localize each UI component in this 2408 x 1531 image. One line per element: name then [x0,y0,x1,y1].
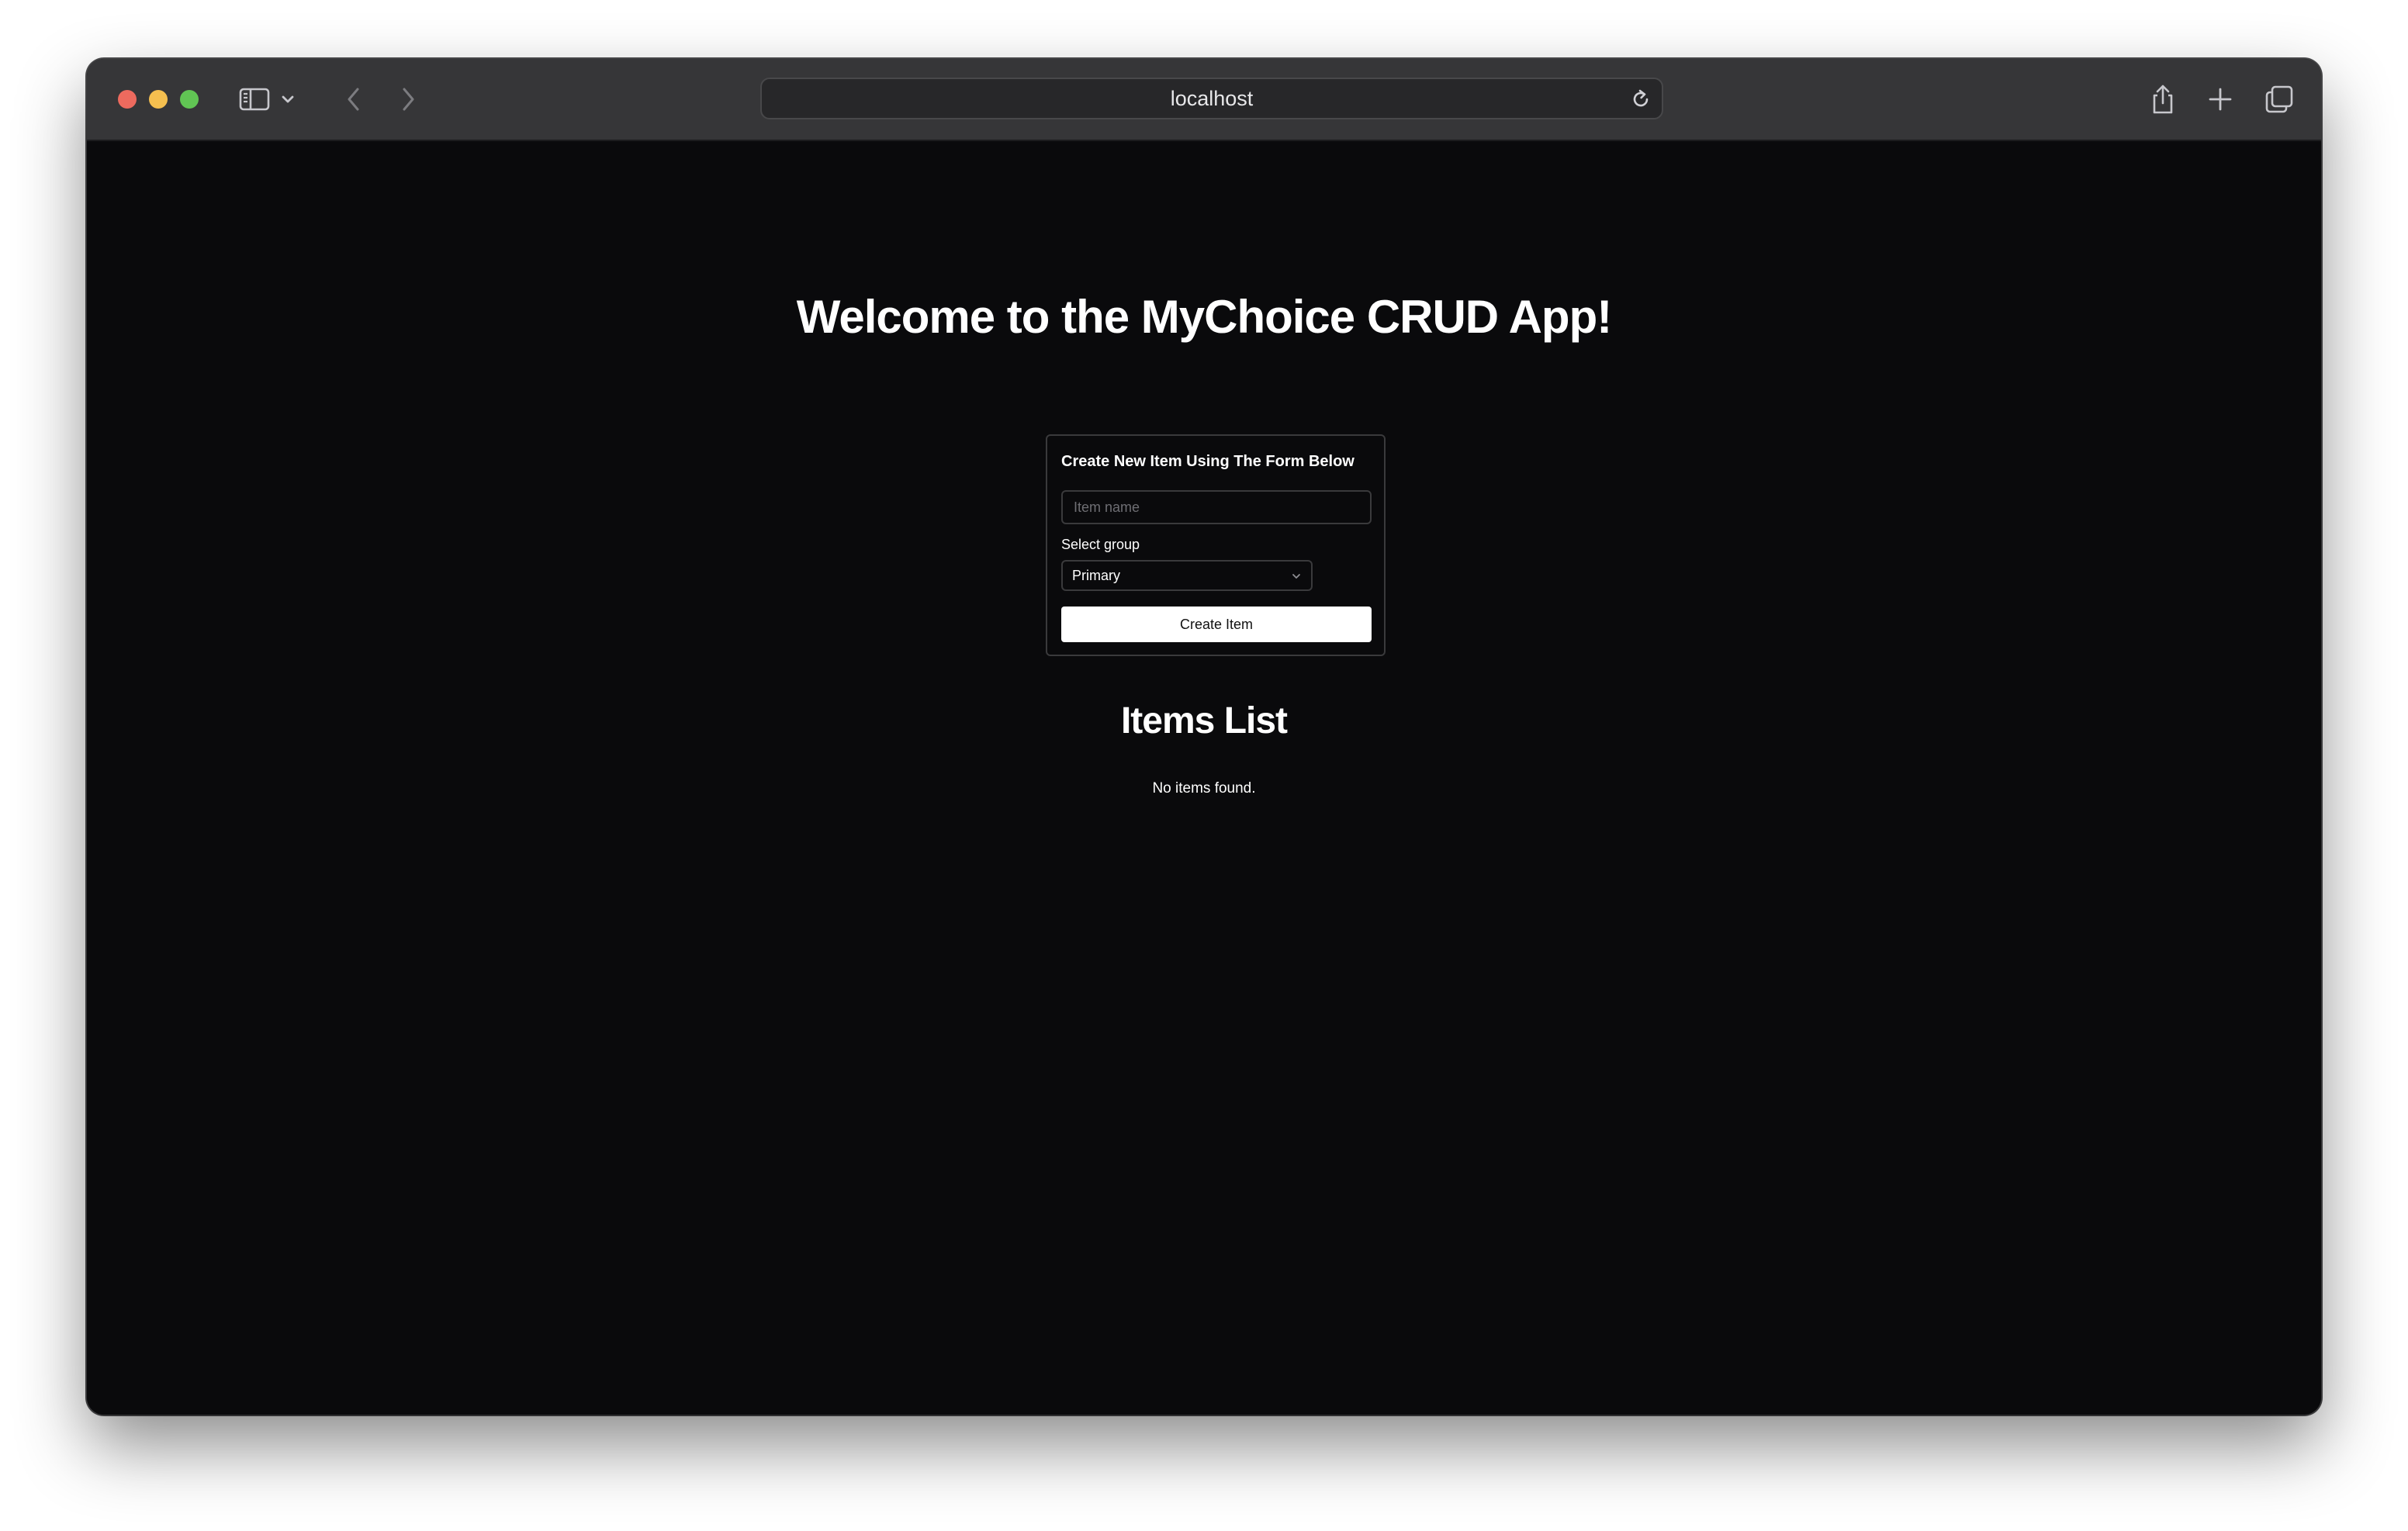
empty-list-message: No items found. [1152,780,1256,797]
create-item-button[interactable]: Create Item [1061,607,1372,642]
close-window-button[interactable] [118,90,137,109]
item-name-input[interactable] [1061,490,1372,524]
sidebar-menu-button[interactable] [276,79,299,119]
group-select-value: Primary [1072,567,1120,583]
back-button[interactable] [334,79,374,119]
reload-icon[interactable] [1629,88,1652,111]
address-bar[interactable]: localhost [760,78,1663,119]
sidebar-toggle-button[interactable] [234,79,275,119]
chevron-right-icon [403,88,414,111]
tab-overview-button[interactable] [2259,79,2299,119]
chevron-down-icon [282,95,294,103]
share-button[interactable] [2143,79,2183,119]
group-select[interactable]: Primary [1061,560,1313,591]
chevron-down-icon [1292,574,1300,579]
page-title: Welcome to the MyChoice CRUD App! [796,291,1612,343]
items-list-heading: Items List [1120,700,1288,741]
tabs-icon [2265,85,2293,113]
browser-toolbar: localhost [87,59,2321,141]
minimize-window-button[interactable] [149,90,168,109]
plus-icon [2209,88,2232,111]
browser-window: localhost Welcome to the MyChoice CRUD A… [87,59,2321,1415]
forward-button[interactable] [388,79,428,119]
select-group-label: Select group [1061,537,1140,552]
share-icon [2153,85,2173,114]
create-item-form: Create New Item Using The Form Below Sel… [1046,434,1386,656]
chevron-left-icon [348,88,359,111]
new-tab-button[interactable] [2200,79,2240,119]
url-text[interactable]: localhost [762,79,1662,118]
sidebar-icon [239,88,270,111]
form-title: Create New Item Using The Form Below [1061,453,1354,470]
zoom-window-button[interactable] [180,90,199,109]
page-content: Welcome to the MyChoice CRUD App! Create… [87,141,2321,1415]
